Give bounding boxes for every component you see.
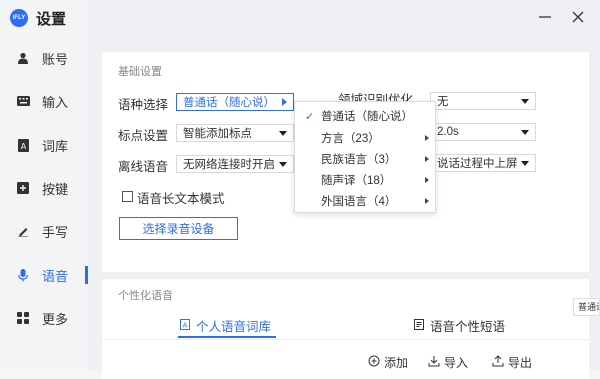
book-icon: A (16, 138, 30, 152)
punct-label: 标点设置 (118, 129, 169, 143)
submenu-arrow-icon (425, 177, 429, 183)
svg-text:A: A (183, 321, 188, 329)
key-icon (16, 181, 30, 195)
offline-label: 离线语音 (118, 160, 169, 174)
menu-item-label: 民族语言（3） (321, 154, 397, 166)
menu-item-foreign[interactable]: 外国语言（4） (295, 190, 435, 212)
user-icon (16, 51, 30, 65)
export-button[interactable]: 导出 (492, 354, 532, 371)
sidebar-item-handwriting[interactable]: 手写 (0, 216, 88, 246)
chevron-down-icon (521, 130, 529, 135)
divider (102, 339, 589, 340)
sidebar-item-account[interactable]: 账号 (0, 43, 88, 73)
sidebar-item-lexicon[interactable]: A 词库 (0, 130, 88, 160)
mic-icon (16, 268, 30, 282)
chevron-down-icon (521, 99, 529, 104)
submenu-arrow-icon (425, 156, 429, 162)
field-opt-select[interactable]: 无 (430, 92, 536, 110)
tab-lexicon-label: 个人语音词库 (196, 320, 272, 334)
tab-underline (178, 336, 276, 338)
sidebar: iFLY 设置 账号 输入 A 词库 按键 手写 语音 更多 (0, 0, 88, 370)
longtext-checkbox[interactable] (122, 191, 133, 202)
section-title: 基础设置 (118, 66, 162, 78)
sidebar-item-voice[interactable]: 语音 (0, 260, 88, 290)
book-icon: A (180, 318, 190, 333)
menu-item-mandarin[interactable]: ✓ 普通话（随心说） (295, 105, 435, 127)
offline-select[interactable]: 无网络连接时开启 (176, 155, 294, 173)
app-logo: iFLY (10, 9, 28, 27)
punct-select[interactable]: 智能添加标点 (176, 124, 294, 142)
keyboard-icon (16, 94, 30, 108)
tab-lexicon[interactable]: A 个人语音词库 (180, 316, 271, 335)
sidebar-item-label: 语音 (42, 268, 69, 284)
export-icon (492, 355, 504, 370)
sidebar-item-keys[interactable]: 按键 (0, 173, 88, 203)
add-button[interactable]: 添加 (368, 354, 408, 371)
check-icon: ✓ (305, 110, 315, 123)
svg-text:A: A (20, 142, 26, 151)
lang-dropdown-menu: ✓ 普通话（随心说） 方言（23） 民族语言（3） 随声译（18） 外国语言（4… (294, 101, 436, 213)
sidebar-item-label: 手写 (42, 224, 69, 240)
submenu-arrow-icon (425, 135, 429, 141)
import-button[interactable]: 导入 (428, 354, 468, 371)
lang-select[interactable]: 普通话（随心说） (176, 93, 294, 111)
close-icon[interactable] (571, 10, 585, 24)
import-label: 导入 (444, 356, 469, 370)
submenu-arrow-icon (425, 198, 429, 204)
pause-select[interactable]: 2.0s (430, 123, 536, 141)
chevron-down-icon (279, 162, 287, 167)
sidebar-item-more[interactable]: 更多 (0, 303, 88, 333)
display-select-value: 说话过程中上屏 (437, 158, 518, 170)
menu-item-label: 方言（23） (321, 133, 380, 145)
punct-select-value: 智能添加标点 (183, 128, 252, 140)
tab-phrases-label: 语音个性短语 (430, 320, 506, 334)
section-title: 个性化语音 (118, 290, 173, 302)
select-device-button[interactable]: 选择录音设备 (119, 217, 238, 240)
sidebar-item-label: 账号 (42, 51, 69, 67)
pause-select-value: 2.0s (437, 126, 459, 138)
note-icon (414, 318, 424, 333)
sidebar-item-label: 词库 (42, 138, 69, 154)
caret-right-icon (282, 98, 287, 106)
pen-icon (16, 224, 30, 238)
menu-item-label: 外国语言（4） (321, 196, 397, 208)
grid-icon (16, 311, 30, 325)
app-title: 设置 (36, 11, 67, 28)
sidebar-item-label: 按键 (42, 181, 69, 197)
title-bar (88, 0, 600, 34)
tooltip: 普通话 (573, 298, 600, 316)
sidebar-item-input[interactable]: 输入 (0, 86, 88, 116)
sidebar-item-label: 输入 (42, 94, 69, 110)
import-icon (428, 355, 440, 370)
lang-select-value: 普通话（随心说） (183, 97, 275, 109)
lang-label: 语种选择 (118, 98, 169, 112)
menu-item-dialect[interactable]: 方言（23） (295, 127, 435, 149)
export-label: 导出 (508, 356, 533, 370)
sidebar-item-label: 更多 (42, 311, 69, 327)
field-opt-select-value: 无 (437, 96, 449, 108)
chevron-down-icon (521, 161, 529, 166)
display-select[interactable]: 说话过程中上屏 (430, 154, 536, 172)
longtext-label: 语音长文本模式 (137, 192, 225, 206)
tab-phrases[interactable]: 语音个性短语 (414, 316, 505, 335)
menu-item-ethnic[interactable]: 民族语言（3） (295, 148, 435, 170)
menu-item-label: 普通话（随心说） (321, 111, 413, 123)
plus-circle-icon (368, 355, 380, 370)
chevron-down-icon (279, 131, 287, 136)
menu-item-label: 随声译（18） (321, 175, 392, 187)
personal-voice-card: 个性化语音 A 个人语音词库 语音个性短语 添加 导入 导出 (102, 279, 589, 379)
offline-select-value: 无网络连接时开启 (183, 159, 275, 171)
add-label: 添加 (384, 356, 409, 370)
minimize-icon[interactable] (538, 10, 552, 24)
menu-item-translate[interactable]: 随声译（18） (295, 169, 435, 191)
